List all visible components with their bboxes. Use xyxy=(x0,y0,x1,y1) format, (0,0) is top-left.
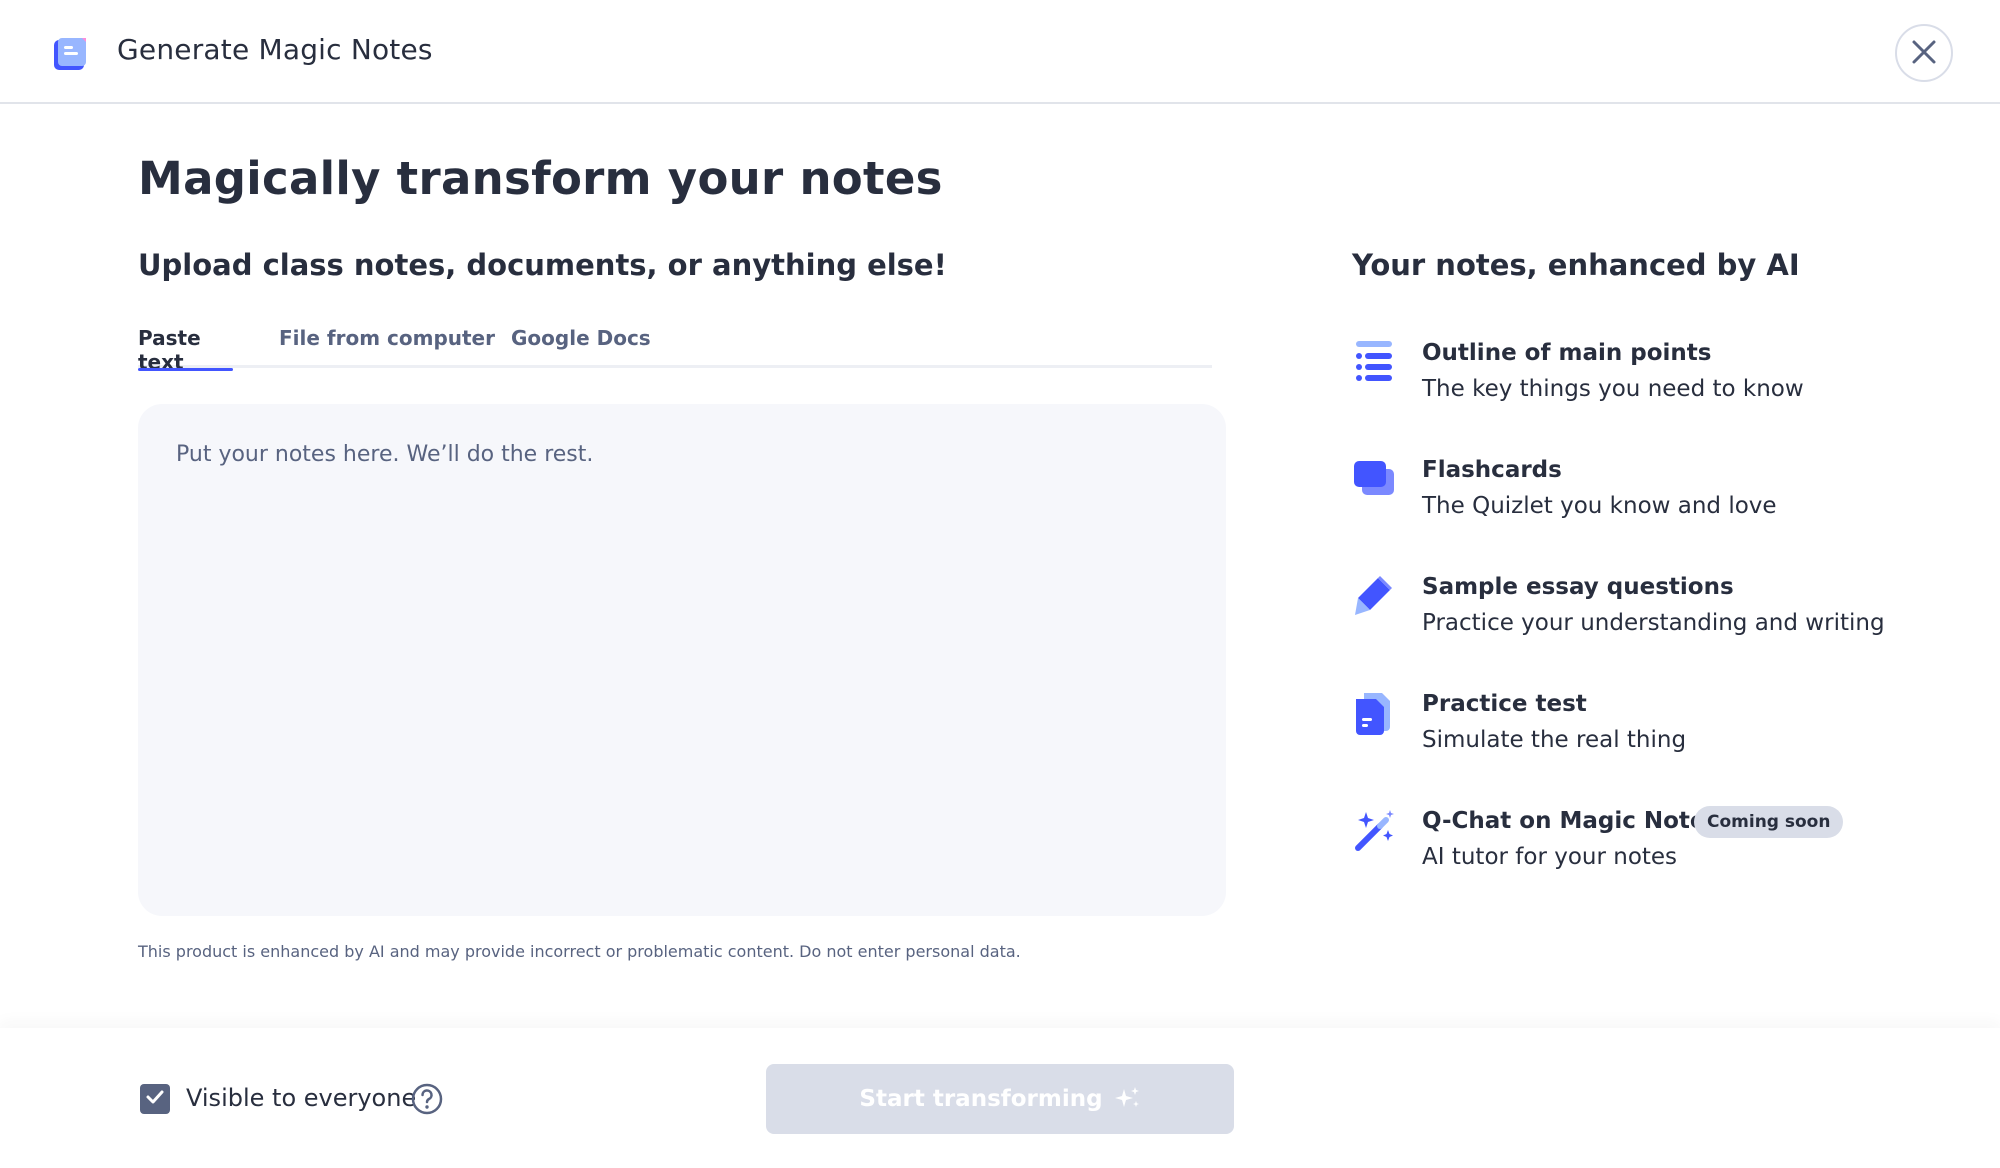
feature-q-chat: Q-Chat on Magic Notes Coming soon AI tut… xyxy=(1352,806,1912,888)
feature-title: Sample essay questions xyxy=(1422,574,1734,600)
feature-description: AI tutor for your notes xyxy=(1422,844,1678,870)
start-transforming-button[interactable]: Start transforming xyxy=(766,1064,1234,1134)
question-circle-icon[interactable] xyxy=(410,1082,444,1116)
source-tabs: Paste text File from computer Google Doc… xyxy=(138,326,1212,374)
feature-title: Outline of main points xyxy=(1422,340,1712,366)
magic-wand-sparkle-icon xyxy=(1352,808,1396,852)
feature-practice-test: Practice test Simulate the real thing xyxy=(1352,691,1912,771)
visibility-label: Visible to everyone xyxy=(186,1084,417,1112)
notebook-icon xyxy=(52,36,88,72)
close-icon xyxy=(1911,39,1937,68)
feature-title: Flashcards xyxy=(1422,457,1562,483)
modal-footer: Visible to everyone Start transforming xyxy=(0,1028,2000,1168)
modal-title: Generate Magic Notes xyxy=(117,33,433,66)
tab-paste-text[interactable]: Paste text xyxy=(138,326,233,374)
feature-description: The key things you need to know xyxy=(1422,376,1804,402)
page-title: Magically transform your notes xyxy=(138,152,943,205)
ai-disclaimer: This product is enhanced by AI and may p… xyxy=(138,942,1021,961)
start-button-label: Start transforming xyxy=(859,1086,1103,1112)
notes-input[interactable] xyxy=(138,404,1226,916)
modal-header: Generate Magic Notes xyxy=(0,0,2000,104)
checkmark-icon xyxy=(144,1086,166,1112)
feature-description: The Quizlet you know and love xyxy=(1422,493,1777,519)
feature-outline: Outline of main points The key things yo… xyxy=(1352,340,1912,420)
feature-description: Practice your understanding and writing xyxy=(1422,610,1885,636)
close-button[interactable] xyxy=(1895,24,1953,82)
feature-flashcards: Flashcards The Quizlet you know and love xyxy=(1352,457,1912,537)
visibility-checkbox[interactable] xyxy=(140,1084,170,1114)
tab-google-docs[interactable]: Google Docs xyxy=(511,326,651,368)
flashcards-icon xyxy=(1352,457,1396,501)
tab-file-from-computer[interactable]: File from computer xyxy=(279,326,495,368)
feature-description: Simulate the real thing xyxy=(1422,727,1687,753)
features-heading: Your notes, enhanced by AI xyxy=(1352,248,1800,282)
feature-essay-questions: Sample essay questions Practice your und… xyxy=(1352,574,1912,654)
magic-notes-modal: Generate Magic Notes Magically transform… xyxy=(0,0,2000,1168)
coming-soon-badge: Coming soon xyxy=(1694,806,1844,838)
sparkle-icon xyxy=(1114,1086,1141,1113)
list-outline-icon xyxy=(1352,340,1396,384)
pencil-icon xyxy=(1352,574,1396,618)
feature-title: Q-Chat on Magic Notes xyxy=(1422,808,1720,834)
upload-heading: Upload class notes, documents, or anythi… xyxy=(138,248,947,282)
document-stack-icon xyxy=(1352,691,1396,735)
feature-title: Practice test xyxy=(1422,691,1587,717)
